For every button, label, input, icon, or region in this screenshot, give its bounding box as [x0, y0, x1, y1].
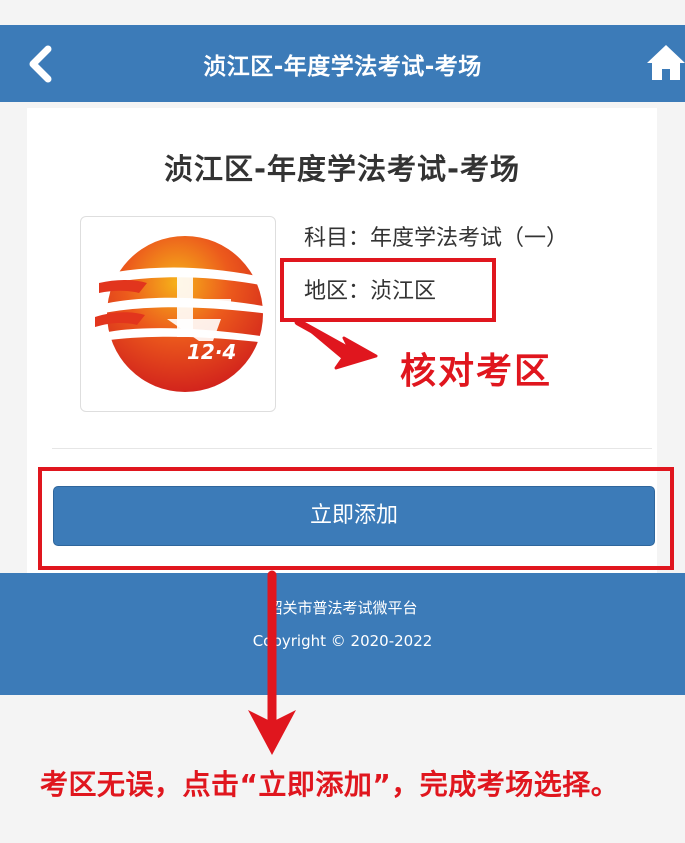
- home-button[interactable]: [645, 42, 685, 84]
- arrow-head-down: [248, 710, 296, 755]
- exam-logo: 12·4: [80, 216, 276, 412]
- footer: 韶关市普法考试微平台 Copyright © 2020-2022: [0, 573, 685, 695]
- top-nav-bar: 浈江区-年度学法考试-考场: [0, 25, 685, 102]
- fa-law-logo: 12·4: [91, 236, 271, 392]
- button-highlight-box: [38, 467, 674, 570]
- logo-text: 12·4: [187, 340, 236, 364]
- divider: [52, 448, 652, 449]
- exam-title: 浈江区-年度学法考试-考场: [163, 152, 521, 186]
- footer-copyright: Copyright © 2020-2022: [252, 632, 433, 650]
- region-highlight-box: [280, 258, 496, 322]
- page-title: 浈江区-年度学法考试-考场: [203, 54, 482, 80]
- footer-org-name: 韶关市普法考试微平台: [267, 599, 418, 617]
- exam-subject: 科目：年度学法考试（一）: [304, 226, 569, 251]
- check-region-annotation: 核对考区: [400, 351, 553, 392]
- home-icon: [647, 45, 685, 80]
- instruction-annotation: 考区无误，点击“立即添加”，完成考场选择。: [40, 768, 620, 801]
